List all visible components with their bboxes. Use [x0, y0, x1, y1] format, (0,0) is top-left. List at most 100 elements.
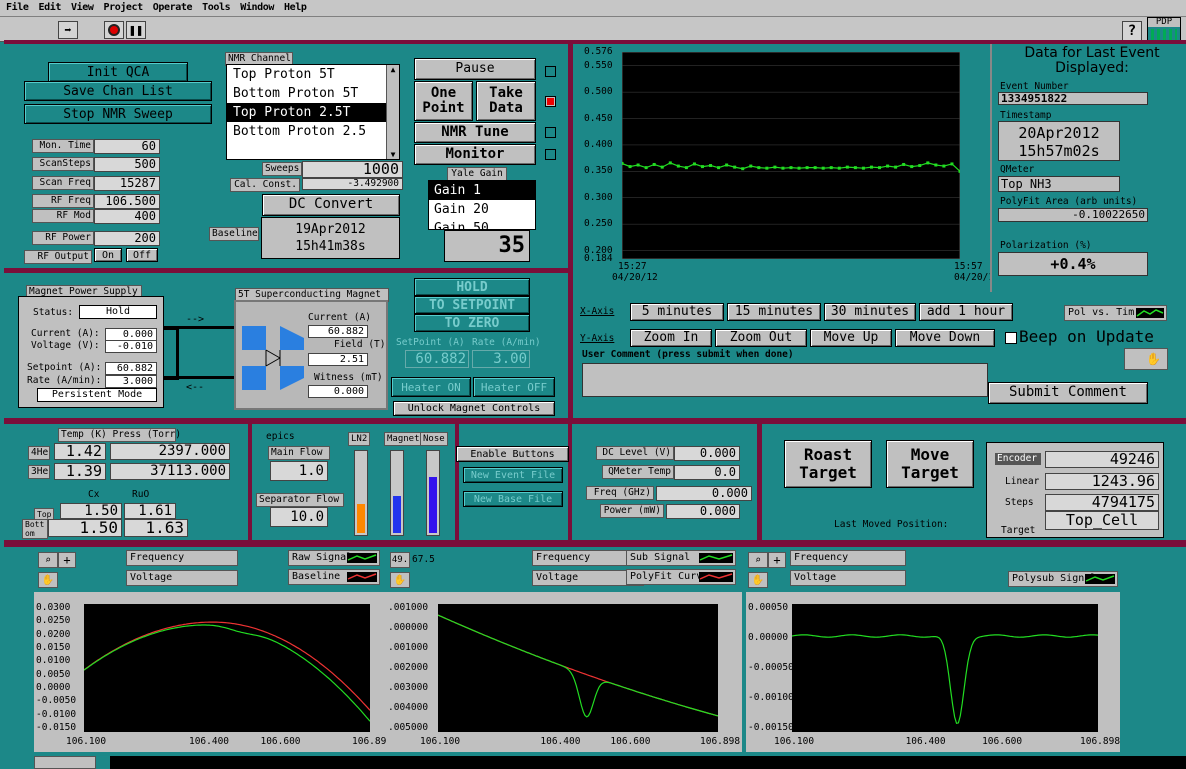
cursor-tool-button[interactable]: + — [768, 552, 786, 568]
polarization-plot[interactable] — [622, 52, 960, 259]
init-qca-button[interactable]: Init QCA — [48, 62, 188, 82]
submit-comment-button[interactable]: Submit Comment — [988, 382, 1148, 404]
pol-vs-time-legend[interactable]: Pol vs. Tim — [1064, 305, 1167, 321]
rf-power-field[interactable]: 200 — [94, 231, 160, 246]
polysub-signal-legend[interactable]: Polysub Signal — [1008, 571, 1118, 587]
zoom-tool-button[interactable]: ⌕ — [748, 552, 768, 568]
new-base-file-button[interactable]: New Base File — [463, 491, 563, 507]
scansteps-field[interactable]: 500 — [94, 157, 160, 172]
mon-time-field[interactable]: 60 — [94, 139, 160, 154]
unlock-magnet-button[interactable]: Unlock Magnet Controls — [393, 401, 555, 416]
beep-checkbox[interactable] — [1005, 332, 1017, 344]
scrollbar[interactable]: ▲ ▼ — [386, 65, 399, 159]
raw-signal-plot[interactable] — [84, 604, 370, 732]
dc-convert-button[interactable]: DC Convert — [262, 194, 400, 216]
to-setpoint-button[interactable]: TO SETPOINT — [414, 296, 530, 314]
rf-freq-field[interactable]: 106.500 — [94, 194, 160, 209]
help-button[interactable]: ? — [1122, 21, 1142, 41]
main-flow-label: Main Flow — [268, 446, 330, 460]
x-30min-button[interactable]: 30 minutes — [824, 303, 916, 321]
pause-toolbar-button[interactable]: ❚❚ — [126, 21, 146, 39]
menu-file[interactable]: File — [6, 2, 29, 13]
raw-signal-legend[interactable]: Raw Signal — [288, 550, 380, 566]
baseline-legend[interactable]: Baseline — [288, 569, 380, 585]
polysub-signal-plot[interactable] — [792, 604, 1098, 732]
status-button[interactable] — [34, 756, 96, 769]
frequency-scale-legend[interactable]: Frequency — [790, 550, 906, 566]
list-item[interactable]: Bottom Proton 5T — [227, 84, 399, 103]
y-tick-label: 0.0150 — [36, 642, 71, 653]
rf-mod-field[interactable]: 400 — [94, 209, 160, 224]
voltage-scale-legend[interactable]: Voltage — [790, 570, 906, 586]
scan-freq-field[interactable]: 15287 — [94, 176, 160, 191]
one-point-button[interactable]: One Point — [414, 81, 473, 121]
monitor-checkbox[interactable] — [545, 149, 556, 160]
target-label: Target — [1001, 525, 1036, 536]
sweeps-field[interactable]: 1000 — [302, 161, 403, 178]
x-add-hour-button[interactable]: add 1 hour — [919, 303, 1013, 321]
zoom-tool-button[interactable]: ⌕ — [38, 552, 58, 568]
take-data-button[interactable]: Take Data — [476, 81, 536, 121]
y-zoom-in-button[interactable]: Zoom In — [630, 329, 712, 347]
pause-checkbox[interactable] — [545, 66, 556, 77]
list-item[interactable]: Gain 20 — [429, 200, 535, 219]
list-item[interactable]: Gain 50 — [429, 219, 535, 229]
rf-off-button[interactable]: Off — [126, 248, 158, 262]
to-zero-button[interactable]: TO ZERO — [414, 314, 530, 332]
pan-tool-button[interactable]: ✋ — [748, 572, 768, 588]
user-comment-input[interactable] — [582, 363, 988, 397]
heater-on-button[interactable]: Heater ON — [391, 377, 471, 397]
rf-on-button[interactable]: On — [94, 248, 122, 262]
run-arrow-button[interactable]: ➡ — [58, 21, 78, 39]
monitor-button[interactable]: Monitor — [414, 144, 536, 165]
menu-help[interactable]: Help — [284, 2, 307, 13]
pan-tool-button[interactable]: ✋ — [1124, 348, 1168, 370]
nmr-tune-checkbox[interactable] — [545, 127, 556, 138]
yale-gain-list[interactable]: Gain 1 Gain 20 Gain 50 — [428, 180, 536, 230]
cal-const-field[interactable]: -3.492900 — [302, 178, 403, 190]
sub-signal-legend[interactable]: Sub Signal — [626, 550, 736, 566]
roast-target-button[interactable]: Roast Target — [784, 440, 872, 488]
scroll-down-icon[interactable]: ▼ — [387, 150, 399, 159]
y-move-up-button[interactable]: Move Up — [810, 329, 892, 347]
cursor-tool-button[interactable]: + — [58, 552, 76, 568]
setpoint-field[interactable]: 60.882 — [405, 350, 469, 368]
menu-edit[interactable]: Edit — [38, 2, 61, 13]
move-target-button[interactable]: Move Target — [886, 440, 974, 488]
pause-button[interactable]: Pause — [414, 58, 536, 80]
stop-nmr-sweep-button[interactable]: Stop NMR Sweep — [24, 104, 212, 124]
sub-signal-plot[interactable] — [438, 604, 718, 732]
scroll-up-icon[interactable]: ▲ — [387, 65, 399, 74]
menu-project[interactable]: Project — [103, 2, 143, 13]
enable-buttons-button[interactable]: Enable Buttons — [456, 446, 569, 462]
menu-view[interactable]: View — [71, 2, 94, 13]
menu-tools[interactable]: Tools — [202, 2, 231, 13]
save-chan-list-button[interactable]: Save Chan List — [24, 81, 212, 101]
list-item-selected[interactable]: Gain 1 — [429, 181, 535, 200]
frequency-scale-legend[interactable]: Frequency — [126, 550, 238, 566]
pan-tool-button[interactable]: ✋ — [38, 572, 58, 588]
hold-button[interactable]: HOLD — [414, 278, 530, 296]
list-item[interactable]: Top Proton 5T — [227, 65, 399, 84]
nmr-tune-button[interactable]: NMR Tune — [414, 122, 536, 143]
voltage-scale-legend[interactable]: Voltage — [126, 570, 238, 586]
rate-field[interactable]: 3.00 — [472, 350, 530, 368]
toolbar: ➡ ❚❚ ? PDP — [0, 17, 1186, 47]
list-item-selected[interactable]: Top Proton 2.5T — [227, 103, 387, 122]
x-15min-button[interactable]: 15 minutes — [727, 303, 821, 321]
nmr-channel-list[interactable]: Top Proton 5T Bottom Proton 5T Top Proto… — [226, 64, 400, 160]
pan-tool-button[interactable]: ✋ — [390, 572, 410, 588]
polyfit-legend[interactable]: PolyFit Curve — [626, 569, 736, 585]
y-move-down-button[interactable]: Move Down — [895, 329, 995, 347]
y-zoom-out-button[interactable]: Zoom Out — [715, 329, 807, 347]
list-item[interactable]: Bottom Proton 2.5 — [227, 122, 399, 141]
abort-button[interactable] — [104, 21, 124, 39]
x-5min-button[interactable]: 5 minutes — [630, 303, 724, 321]
heater-off-button[interactable]: Heater OFF — [473, 377, 555, 397]
baseline-date: 19Apr2012 — [295, 222, 366, 237]
menu-window[interactable]: Window — [240, 2, 274, 13]
menu-operate[interactable]: Operate — [153, 2, 193, 13]
new-event-file-button[interactable]: New Event File — [463, 467, 563, 483]
take-data-indicator[interactable] — [545, 96, 556, 107]
x-tick-label: 106.600 — [260, 736, 301, 747]
